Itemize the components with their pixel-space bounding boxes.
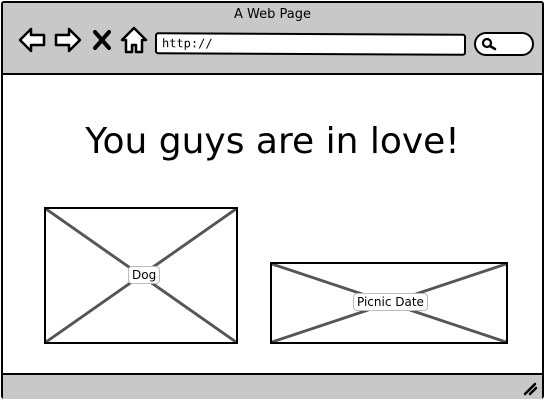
back-button[interactable] xyxy=(17,25,47,55)
search-icon xyxy=(481,37,497,51)
address-bar[interactable]: http:// xyxy=(154,32,467,56)
forward-button[interactable] xyxy=(53,25,83,55)
browser-window: A Web Page http:// You guys are in love!… xyxy=(1,1,544,399)
dog-image-label: Dog xyxy=(128,266,161,284)
browser-titlebar: A Web Page http:// xyxy=(3,3,542,75)
picnic-date-image-label: Picnic Date xyxy=(353,293,428,311)
search-button[interactable] xyxy=(474,32,534,56)
picnic-date-image-placeholder: Picnic Date xyxy=(270,262,508,344)
back-arrow-icon xyxy=(18,27,46,53)
home-icon xyxy=(120,26,148,54)
stop-button[interactable] xyxy=(91,25,113,55)
page-heading: You guys are in love! xyxy=(85,121,460,162)
home-button[interactable] xyxy=(119,25,149,55)
status-bar xyxy=(3,373,542,399)
forward-arrow-icon xyxy=(54,27,82,53)
page-content: You guys are in love! Dog Picnic Date xyxy=(3,75,542,371)
close-x-icon xyxy=(93,30,111,50)
resize-grip-icon[interactable] xyxy=(522,380,538,396)
window-title: A Web Page xyxy=(234,7,311,22)
dog-image-placeholder: Dog xyxy=(44,207,238,344)
